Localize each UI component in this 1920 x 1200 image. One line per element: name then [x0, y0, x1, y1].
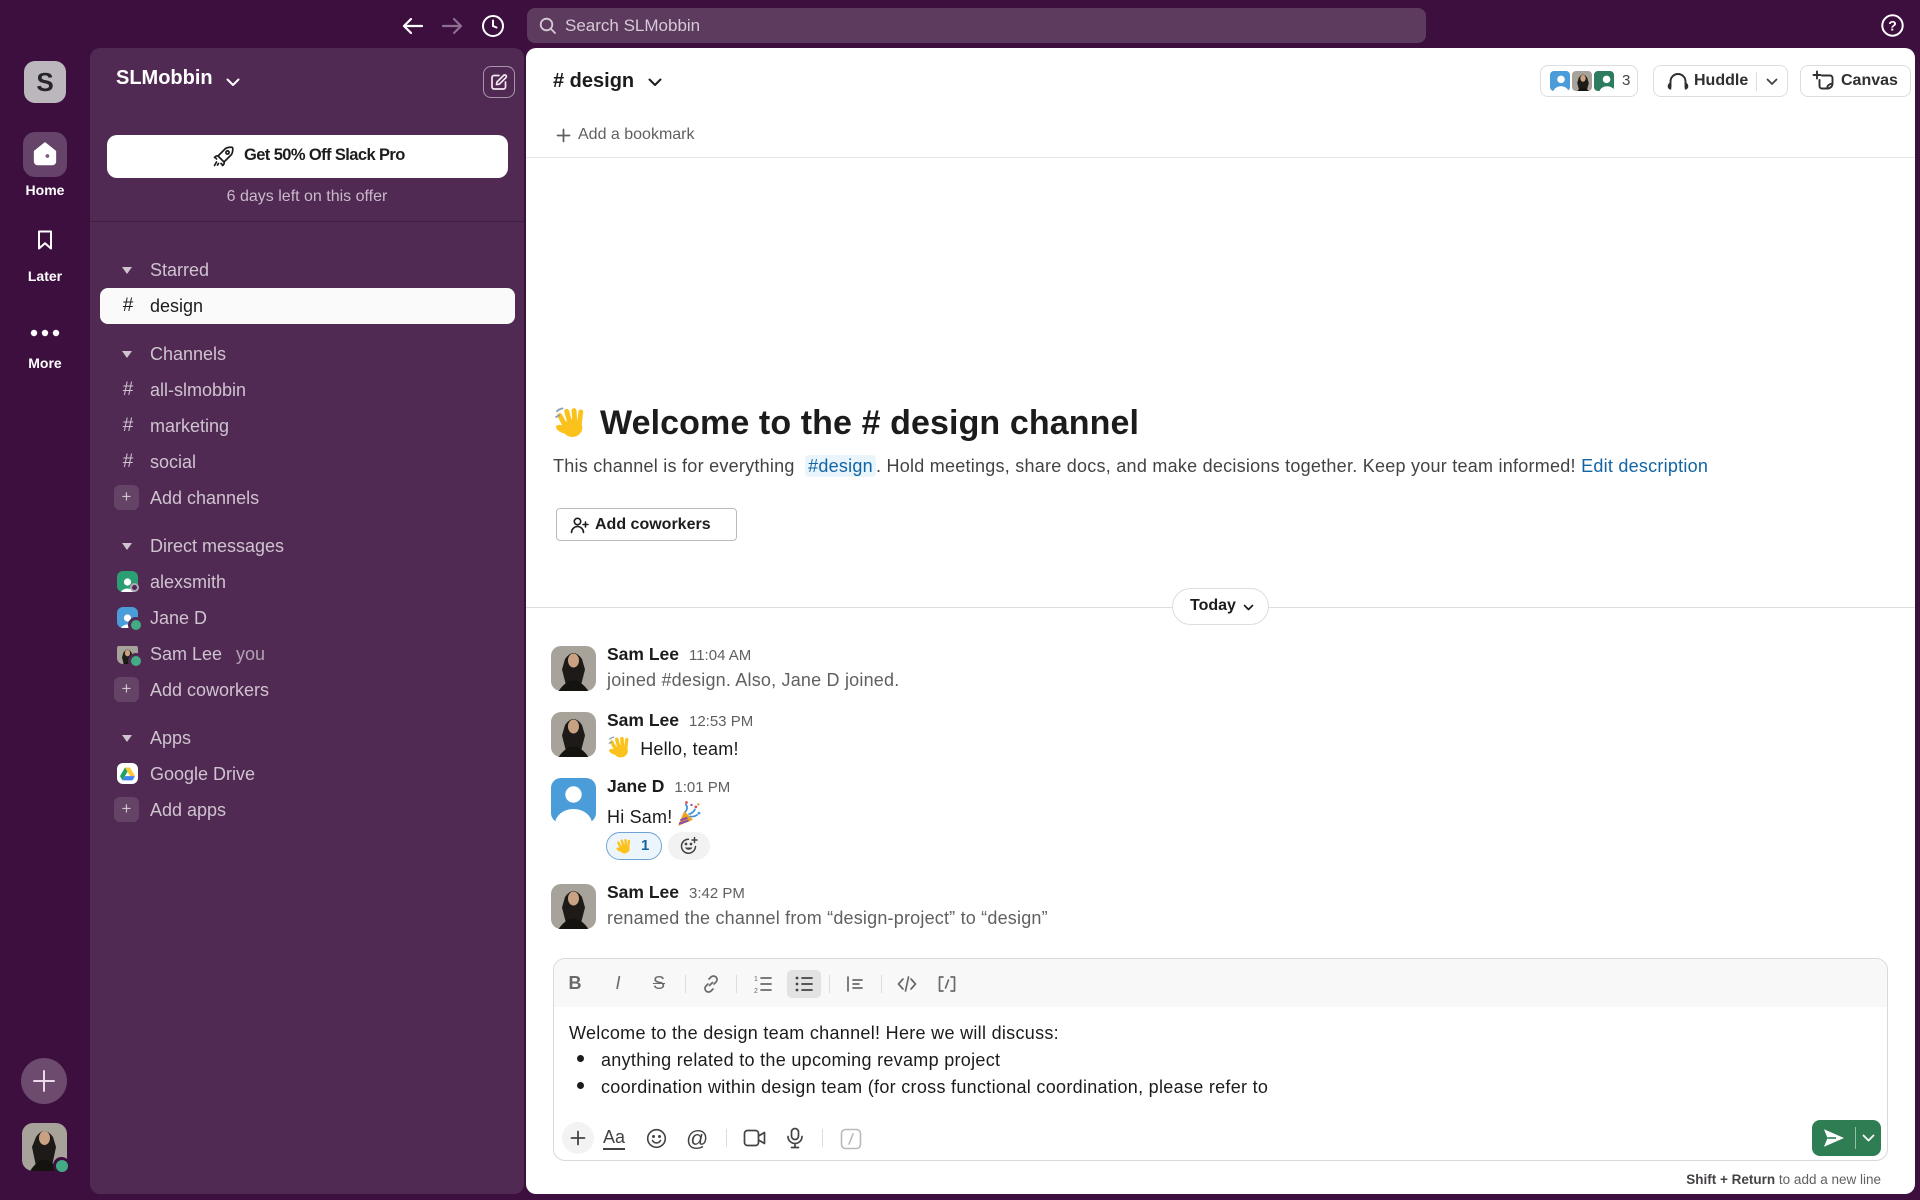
svg-text:1: 1: [754, 976, 758, 983]
svg-text:2: 2: [754, 988, 758, 994]
svg-text:?: ?: [1888, 17, 1897, 33]
